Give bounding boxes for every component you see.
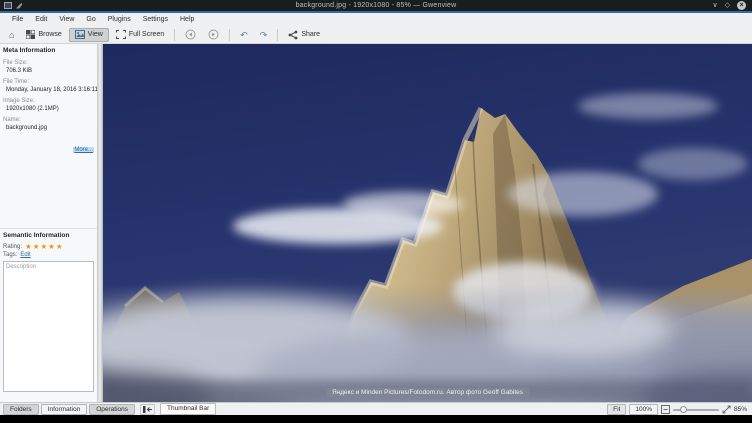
main-area: Meta Information File Size: 706.3 KiB Fi…: [0, 44, 752, 402]
maximize-button[interactable]: ◇: [725, 1, 730, 10]
semantic-information-title: Semantic Information: [0, 229, 97, 241]
more-link[interactable]: More...: [73, 147, 94, 153]
gwenview-app-icon: [4, 2, 12, 9]
gwenview-window: background.jpg - 1920x1080 - 85% — Gwenv…: [0, 0, 752, 423]
photo-caption: Яндекс и Minden Pictures/Fotodom.ru. Авт…: [326, 388, 529, 398]
menubar: File Edit View Go Plugins Settings Help: [0, 13, 752, 26]
menu-file[interactable]: File: [6, 13, 29, 26]
fullscreen-button[interactable]: Full Screen: [111, 28, 169, 42]
home-button[interactable]: ⌂: [4, 28, 19, 42]
meta-field-name: Name: background.jpg: [0, 113, 97, 132]
tab-operations[interactable]: Operations: [89, 404, 135, 415]
zoom-out-icon[interactable]: [661, 405, 670, 414]
zoom-100-button[interactable]: 100%: [629, 404, 658, 415]
browse-button[interactable]: Browse: [21, 28, 66, 42]
share-icon: [288, 30, 298, 40]
tags-edit-link[interactable]: Edit: [20, 252, 30, 258]
window-title: background.jpg - 1920x1080 - 85% — Gwenv…: [0, 2, 752, 9]
mountain-photo: [103, 44, 752, 402]
view-image-icon: [75, 30, 85, 39]
browse-grid-icon: [26, 30, 35, 39]
menu-go[interactable]: Go: [80, 13, 101, 26]
titlebar[interactable]: background.jpg - 1920x1080 - 85% — Gwenv…: [0, 0, 752, 13]
next-icon: [208, 29, 219, 40]
menu-plugins[interactable]: Plugins: [102, 13, 137, 26]
meta-field-file-time: File Time: Monday, January 18, 2016 3:16…: [0, 75, 97, 94]
home-icon: ⌂: [9, 30, 14, 40]
zoom-slider[interactable]: [673, 404, 719, 415]
tags-row: Tags: Edit: [0, 251, 97, 258]
zoom-slider-handle[interactable]: [680, 406, 687, 413]
zoom-in-icon[interactable]: [722, 405, 731, 414]
meta-field-image-size: Image Size: 1920x1080 (2.1MP): [0, 94, 97, 113]
semantic-information-section: Semantic Information Rating: ★★★★★ Tags:…: [0, 228, 97, 402]
fullscreen-icon: [116, 30, 126, 39]
information-sidebar: Meta Information File Size: 706.3 KiB Fi…: [0, 44, 97, 402]
view-button[interactable]: View: [69, 28, 109, 42]
previous-button[interactable]: [180, 28, 201, 42]
menu-help[interactable]: Help: [174, 13, 200, 26]
tags-label: Tags:: [3, 252, 17, 258]
statusbar: Folders Information Operations Thumbnail…: [0, 402, 752, 415]
tab-folders[interactable]: Folders: [3, 404, 39, 415]
meta-field-file-size: File Size: 706.3 KiB: [0, 56, 97, 75]
rotate-left-icon: ↶: [240, 30, 248, 40]
share-label: Share: [301, 31, 320, 38]
description-input[interactable]: [3, 261, 94, 392]
rotate-right-icon: ↷: [260, 30, 268, 40]
fullscreen-label: Full Screen: [129, 31, 164, 38]
sidebar-collapse-button[interactable]: [140, 404, 155, 415]
toolbar: ⌂ Browse View Full Screen: [0, 26, 752, 44]
next-button[interactable]: [203, 28, 224, 42]
close-button[interactable]: ×: [737, 1, 746, 10]
pin-icon: [16, 3, 22, 9]
rating-label: Rating:: [3, 244, 22, 250]
zoom-fit-button[interactable]: Fit: [607, 404, 626, 415]
menu-view[interactable]: View: [53, 13, 80, 26]
screen-letterbox: [0, 415, 752, 423]
browse-label: Browse: [38, 31, 61, 38]
view-label: View: [88, 31, 103, 38]
image-viewport[interactable]: Яндекс и Minden Pictures/Fotodom.ru. Авт…: [103, 44, 752, 402]
menu-edit[interactable]: Edit: [29, 13, 53, 26]
thumbnail-bar-toggle[interactable]: Thumbnail Bar: [160, 403, 216, 415]
meta-information-title: Meta Information: [0, 44, 97, 56]
previous-icon: [185, 29, 196, 40]
share-button[interactable]: Share: [283, 28, 325, 42]
zoom-percentage: 85%: [734, 406, 747, 413]
rating-row: Rating: ★★★★★: [0, 241, 97, 251]
sidebar-collapse-icon: [143, 406, 152, 413]
rotate-left-button[interactable]: ↶: [235, 28, 253, 42]
tab-information[interactable]: Information: [41, 404, 88, 415]
minimize-button[interactable]: ∨: [712, 1, 717, 10]
toolbar-separator: [174, 29, 175, 41]
toolbar-separator: [229, 29, 230, 41]
rotate-right-button[interactable]: ↷: [255, 28, 273, 42]
toolbar-separator: [277, 29, 278, 41]
menu-settings[interactable]: Settings: [137, 13, 174, 26]
meta-information-section: Meta Information File Size: 706.3 KiB Fi…: [0, 44, 97, 156]
rating-stars[interactable]: ★★★★★: [25, 242, 64, 251]
